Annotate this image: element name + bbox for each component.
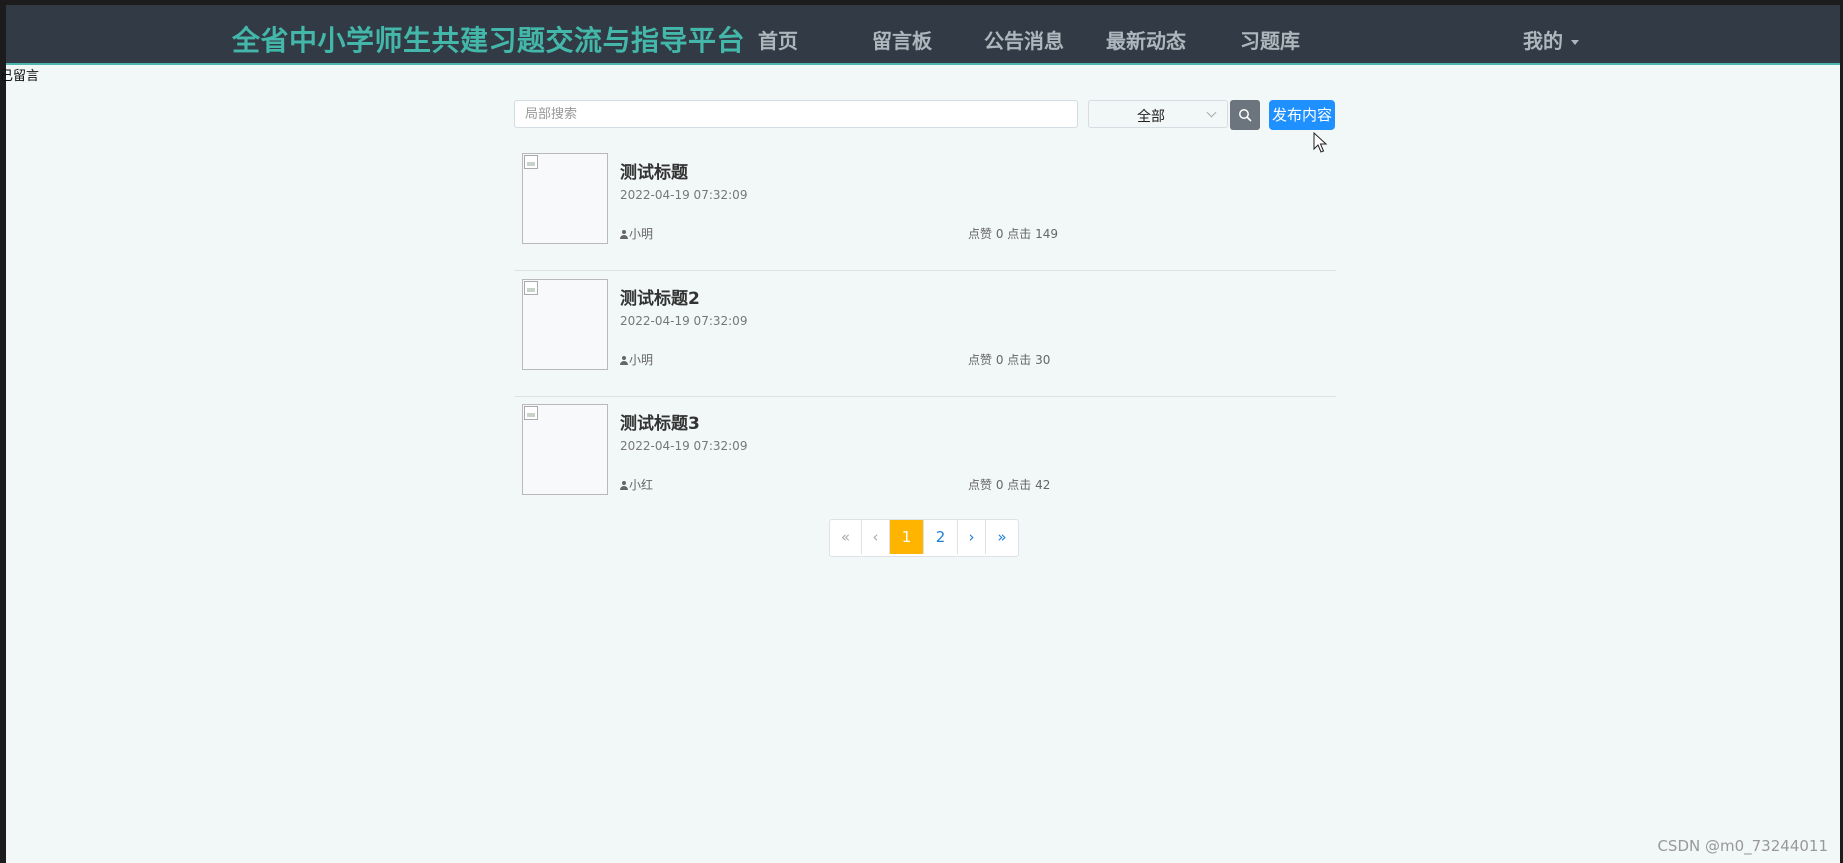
item-author: 小红 — [620, 476, 653, 493]
broken-image-icon — [524, 155, 538, 169]
item-author-name: 小明 — [629, 227, 654, 241]
item-thumbnail[interactable] — [522, 153, 608, 244]
user-menu-label: 我的 — [1523, 29, 1563, 53]
pagination: « ‹ 1 2 › » — [829, 519, 1019, 557]
search-icon — [1239, 109, 1252, 122]
user-icon — [620, 230, 628, 239]
search-input[interactable] — [514, 100, 1078, 128]
list-item[interactable]: 测试标题 2022-04-19 07:32:09 小明 点赞 0 点击 149 — [514, 145, 1336, 271]
item-title[interactable]: 测试标题3 — [620, 409, 700, 434]
list-item[interactable]: 测试标题2 2022-04-19 07:32:09 小明 点赞 0 点击 30 — [514, 271, 1336, 397]
item-title[interactable]: 测试标题2 — [620, 284, 700, 309]
item-date: 2022-04-19 07:32:09 — [620, 314, 748, 328]
user-icon — [620, 356, 628, 365]
broken-image-icon — [524, 406, 538, 420]
item-thumbnail[interactable] — [522, 279, 608, 370]
nav-item-latest-news[interactable]: 最新动态 — [1106, 25, 1186, 54]
item-stats: 点赞 0 点击 42 — [968, 478, 1051, 492]
user-icon — [620, 481, 628, 490]
category-select[interactable]: 全部 — [1088, 100, 1228, 128]
page-first-button[interactable]: « — [830, 520, 862, 554]
page-2-button[interactable]: 2 — [924, 520, 958, 554]
item-author-name: 小明 — [629, 353, 654, 367]
list-item[interactable]: 测试标题3 2022-04-19 07:32:09 小红 点赞 0 点击 42 — [514, 396, 1336, 521]
chevron-down-icon — [1206, 107, 1217, 118]
page-last-button[interactable]: » — [986, 520, 1018, 554]
item-author: 小明 — [620, 225, 653, 242]
item-stats: 点赞 0 点击 30 — [968, 353, 1051, 367]
publish-button[interactable]: 发布内容 — [1269, 100, 1335, 130]
stray-status-text: 已留言 — [0, 69, 40, 84]
user-menu[interactable]: 我的 — [1523, 25, 1579, 54]
item-title[interactable]: 测试标题 — [620, 158, 688, 183]
page-1-button[interactable]: 1 — [890, 520, 924, 554]
category-select-value: 全部 — [1137, 109, 1165, 125]
nav-item-announcements[interactable]: 公告消息 — [984, 25, 1064, 54]
window-frame-left — [0, 0, 6, 863]
nav-item-home[interactable]: 首页 — [758, 25, 798, 54]
item-stats: 点赞 0 点击 149 — [968, 227, 1058, 241]
page-next-button[interactable]: › — [958, 520, 986, 554]
item-date: 2022-04-19 07:32:09 — [620, 188, 748, 202]
item-date: 2022-04-19 07:32:09 — [620, 439, 748, 453]
page-prev-button[interactable]: ‹ — [862, 520, 890, 554]
search-button[interactable] — [1230, 100, 1260, 130]
watermark: CSDN @m0_73244011 — [1657, 837, 1828, 855]
item-thumbnail[interactable] — [522, 404, 608, 495]
item-author: 小明 — [620, 351, 653, 368]
top-navbar: 全省中小学师生共建习题交流与指导平台 首页 留言板 公告消息 最新动态 习题库 … — [6, 5, 1840, 65]
caret-down-icon — [1571, 40, 1579, 45]
broken-image-icon — [524, 281, 538, 295]
site-brand[interactable]: 全省中小学师生共建习题交流与指导平台 — [232, 19, 745, 59]
item-author-name: 小红 — [629, 478, 654, 492]
nav-item-message-board[interactable]: 留言板 — [872, 25, 932, 54]
nav-item-exercise-bank[interactable]: 习题库 — [1240, 25, 1300, 54]
